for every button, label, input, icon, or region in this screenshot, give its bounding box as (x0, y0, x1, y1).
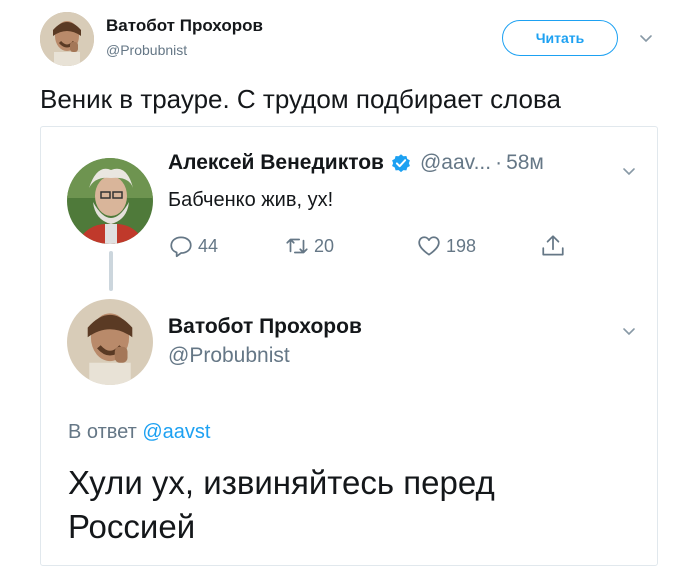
reply-count: 44 (198, 235, 219, 256)
like-count: 198 (446, 235, 477, 256)
reply-button[interactable]: 44 (168, 233, 218, 259)
tweet2-author-handle[interactable]: @Probubnist (168, 344, 290, 368)
retweet-icon (286, 238, 308, 254)
tweet1-header: Алексей Венедиктов @aav... · 58м (168, 151, 544, 175)
outer-author-name[interactable]: Ватобот Прохоров (106, 16, 263, 36)
reply-context: В ответ @aavst (68, 421, 210, 444)
like-icon (418, 236, 440, 256)
outer-author-handle[interactable]: @Probubnist (106, 42, 187, 58)
tweet1-timestamp[interactable]: 58м (506, 151, 544, 175)
tweet1-author-name[interactable]: Алексей Венедиктов (168, 151, 384, 175)
like-button[interactable]: 198 (416, 233, 476, 259)
tweet2-author-name[interactable]: Ватобот Прохоров (168, 315, 362, 339)
share-icon (542, 235, 564, 256)
tweet1-text: Бабченко жив, ух! (168, 189, 334, 211)
quoted-tweet-card[interactable]: Алексей Венедиктов @aav... · 58м Бабченк… (40, 126, 658, 566)
outer-tweet-text: Веник в трауре. С трудом подбирает слова (40, 84, 561, 114)
tweet1-separator: · (495, 151, 503, 174)
retweet-count: 20 (314, 235, 335, 256)
outer-author-avatar[interactable] (40, 12, 94, 66)
chevron-down-icon[interactable] (638, 30, 654, 46)
tweet1-author-avatar[interactable] (67, 158, 153, 244)
tweet2-author-avatar[interactable] (67, 299, 153, 385)
thread-connector-line (109, 251, 113, 291)
follow-button[interactable]: Читать (502, 20, 618, 56)
reply-prefix: В ответ (68, 421, 143, 443)
tweet1-author-handle[interactable]: @aav... (420, 151, 491, 175)
reply-to-handle-link[interactable]: @aavst (142, 421, 210, 443)
reply-icon (170, 236, 192, 258)
tweet2-text: Хули ух, извиняйтесь перед Россией (68, 464, 495, 545)
retweet-button[interactable]: 20 (284, 233, 334, 259)
share-button[interactable] (540, 233, 570, 259)
verified-badge-icon (392, 154, 410, 173)
chevron-down-icon[interactable] (621, 323, 637, 339)
chevron-down-icon[interactable] (621, 163, 637, 179)
